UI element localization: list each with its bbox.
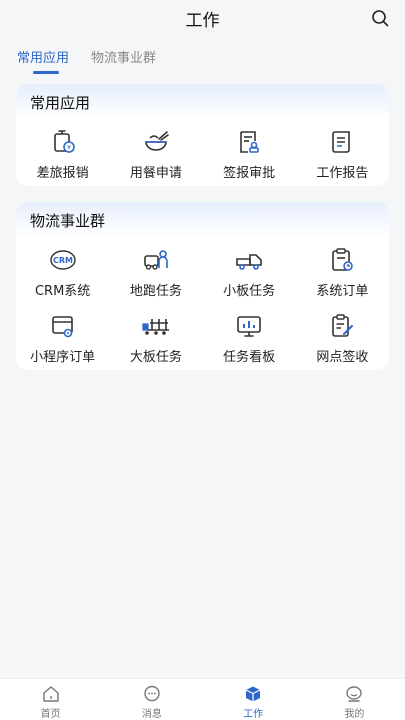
app-large-truck-task[interactable]: 大板任务 [109,304,202,370]
app-outlet-sign[interactable]: 网点签收 [296,304,389,370]
nav-profile[interactable]: 我的 [304,679,405,720]
top-header: 工作 [0,0,405,36]
profile-icon [346,686,363,702]
app-label: 差旅报销 [36,166,89,181]
app-label: 大板任务 [129,350,182,365]
app-approval[interactable]: 签报审批 [203,120,296,186]
nav-label: 工作 [243,709,264,720]
ground-delivery-icon [144,250,168,270]
app-label: 任务看板 [223,350,276,365]
nav-messages[interactable]: 消息 [101,679,202,720]
dashboard-monitor-icon [237,316,261,337]
app-work-report[interactable]: 工作报告 [296,120,389,186]
app-label: 小程序订单 [30,350,96,365]
app-travel-reimburse[interactable]: ¥ 差旅报销 [16,120,109,186]
category-tabs: 常用应用 物流事业群 [17,48,156,74]
nav-label: 首页 [40,709,61,720]
tab-common-apps[interactable]: 常用应用 [17,48,69,74]
home-icon [42,686,59,702]
mini-program-order-icon [51,316,73,338]
bottom-nav: 首页 消息 工作 我的 [0,678,405,720]
app-label: 签报审批 [223,166,276,181]
nav-label: 消息 [141,709,162,720]
nav-label: 我的 [344,709,365,720]
app-small-truck-task[interactable]: 小板任务 [203,238,296,304]
common-apps-card: 常用应用 ¥ 差旅报销 用餐申请 签报审批 工作报告 [16,84,389,186]
sign-receipt-icon [332,314,354,337]
order-clipboard-icon [332,248,354,271]
logistics-group-card: 物流事业群 CRM CRM系统 地跑任务 小板任务 系统订单 小程序订单 大板任… [16,202,389,370]
page-title: 工作 [185,10,220,31]
app-label: 工作报告 [316,166,369,181]
nav-home[interactable]: 首页 [0,679,101,720]
app-label: 用餐申请 [129,166,182,181]
app-crm-system[interactable]: CRM CRM系统 [16,238,109,304]
report-scroll-icon [332,131,351,153]
large-truck-icon [142,319,169,335]
app-label: 地跑任务 [129,284,182,299]
meal-bowl-icon [145,131,169,151]
small-truck-icon [236,254,262,270]
search-icon[interactable] [371,9,389,27]
app-label: 系统订单 [316,284,369,299]
travel-reimburse-icon: ¥ [53,130,75,153]
app-system-order[interactable]: 系统订单 [296,238,389,304]
app-ground-task[interactable]: 地跑任务 [109,238,202,304]
nav-work[interactable]: 工作 [203,679,304,720]
app-meal-apply[interactable]: 用餐申请 [109,120,202,186]
app-label: CRM系统 [34,284,91,299]
app-label: 网点签收 [316,350,369,365]
crm-icon: CRM [49,250,76,270]
svg-text:CRM: CRM [53,256,73,265]
common-apps-title: 常用应用 [16,84,389,120]
app-task-dashboard[interactable]: 任务看板 [203,304,296,370]
work-cube-icon [245,686,261,702]
message-icon [144,685,160,702]
app-mini-program-order[interactable]: 小程序订单 [16,304,109,370]
approval-doc-icon [240,131,259,153]
svg-text:¥: ¥ [67,145,71,152]
app-label: 小板任务 [223,284,276,299]
tab-logistics-group[interactable]: 物流事业群 [91,48,156,74]
logistics-group-title: 物流事业群 [16,202,389,238]
